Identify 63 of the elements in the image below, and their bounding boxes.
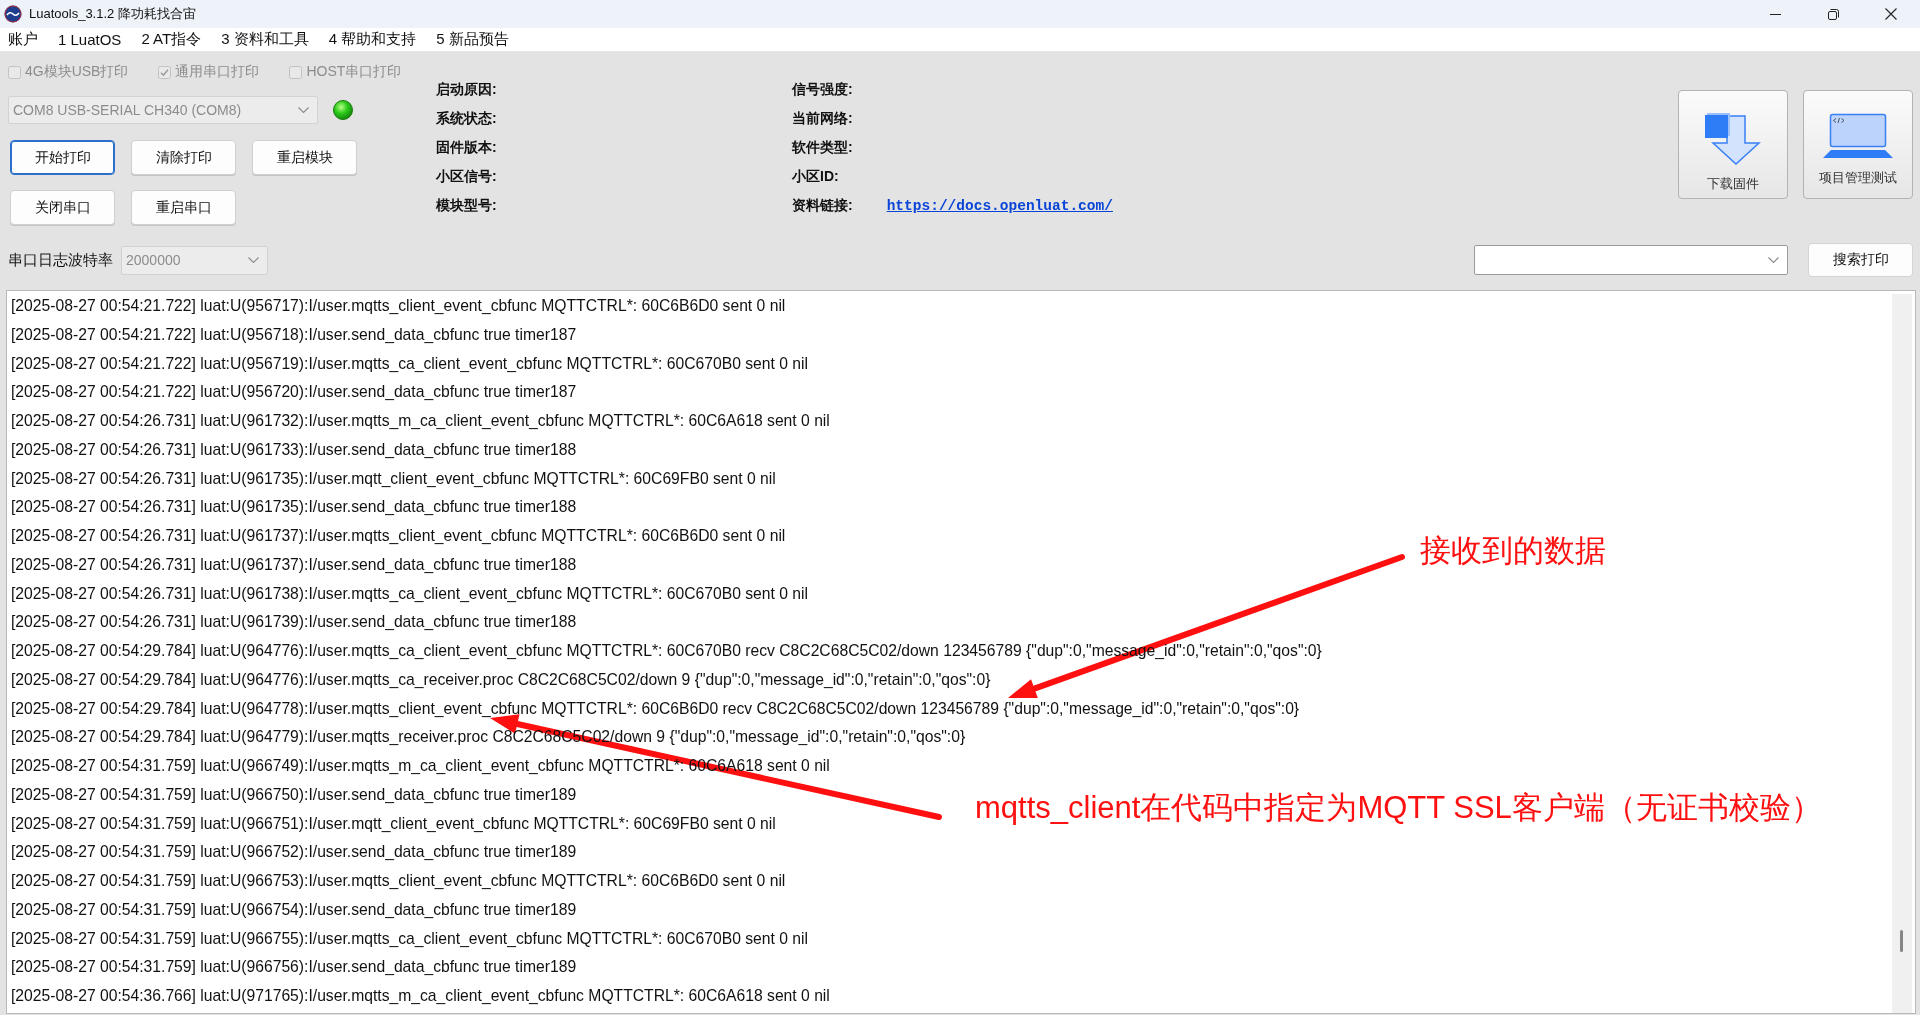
log-line: [2025-08-27 00:54:29.784] luat:U(964776):I/user.mqtts_ca_receiver.proc C8C2C68C5C02/down 9 {"dup":0,"message_id":0,"retain":0,"qos":0} <box>11 669 991 690</box>
log-line: [2025-08-27 00:54:21.722] luat:U(956717):I/user.mqtts_client_event_cbfunc MQTTCTRL*: 60C6B6D0 sent 0 nil <box>11 296 786 316</box>
docs-link[interactable]: https://docs.openluat.com/ <box>886 197 1113 214</box>
action-button[interactable]: 开始打印 <box>10 140 115 175</box>
action-button[interactable]: 清除打印 <box>131 140 236 175</box>
action-button[interactable]: 关闭串口 <box>10 190 115 225</box>
log-line: [2025-08-27 00:54:36.766] luat:U(971765):I/user.mqtts_m_ca_client_event_cbfunc MQTTCTRL*: 60C6A618 sent 0 nil <box>11 986 830 1006</box>
close-icon <box>1885 8 1897 20</box>
app-logo-icon <box>4 5 22 23</box>
tool-button[interactable]: 项目管理测试 <box>1803 90 1913 199</box>
log-line: [2025-08-27 00:54:21.722] luat:U(956720):I/user.send_data_cbfunc true timer187 <box>11 382 577 403</box>
log-line: [2025-08-27 00:54:26.731] luat:U(961735):I/user.mqtt_client_event_cbfunc MQTTCTRL*: 60C69FB0 sent 0 nil <box>11 468 776 489</box>
chevron-down-icon <box>298 107 309 113</box>
log-line: [2025-08-27 00:54:26.731] luat:U(961738):I/user.mqtts_ca_client_event_cbfunc MQTTCTRL*: 60C670B0 sent 0 nil <box>11 583 809 604</box>
restore-icon <box>1827 8 1839 20</box>
action-button[interactable]: 重启模块 <box>252 140 357 175</box>
info-label: 模块型号: <box>436 196 497 215</box>
info-label: 资料链接: <box>792 196 853 215</box>
download-arrow-icon <box>1704 113 1762 165</box>
log-line: [2025-08-27 00:54:26.731] luat:U(961737):I/user.send_data_cbfunc true timer188 <box>11 554 577 575</box>
annotation-text: 接收到的数据 <box>1420 534 1606 568</box>
info-label: 启动原因: <box>436 80 497 99</box>
chevron-down-icon <box>248 257 259 263</box>
menu-item[interactable]: 3 资料和工具 <box>221 30 309 49</box>
menu-item[interactable]: 4 帮助和支持 <box>328 30 417 49</box>
log-line: [2025-08-27 00:54:21.722] luat:U(956718):I/user.send_data_cbfunc true timer187 <box>11 324 577 345</box>
info-label: 系统状态: <box>436 109 497 128</box>
log-line: [2025-08-27 00:54:31.759] luat:U(966750):I/user.send_data_cbfunc true timer189 <box>11 784 577 805</box>
log-line: [2025-08-27 00:54:26.731] luat:U(961737):I/user.mqtts_client_event_cbfunc MQTTCTRL*: 60C6B6D0 sent 0 nil <box>11 526 786 546</box>
menu-item[interactable]: 账户 <box>8 30 38 49</box>
search-combo[interactable] <box>1474 245 1788 275</box>
info-label: 软件类型: <box>792 138 853 157</box>
scrollbar[interactable] <box>1892 294 1912 1013</box>
search-print-button[interactable]: 搜索打印 <box>1808 243 1913 277</box>
info-label: 固件版本: <box>436 138 497 157</box>
log-line: [2025-08-27 00:54:31.759] luat:U(966755):I/user.mqtts_ca_client_event_cbfunc MQTTCTRL*: 60C670B0 sent 0 nil <box>11 928 809 949</box>
info-label: 信号强度: <box>792 80 853 99</box>
baud-rate-label: 串口日志波特率 <box>8 250 113 270</box>
log-line: [2025-08-27 00:54:26.731] luat:U(961735):I/user.send_data_cbfunc true timer188 <box>11 497 577 518</box>
annotation-text: mqtts_client在代码中指定为MQTT SSL客户端（无证书校验） <box>975 791 1822 825</box>
log-line: [2025-08-27 00:54:26.731] luat:U(961732):I/user.mqtts_m_ca_client_event_cbfunc MQTTCTRL*: 60C6A618 sent 0 nil <box>11 411 830 431</box>
log-line: [2025-08-27 00:54:31.759] luat:U(966754):I/user.send_data_cbfunc true timer189 <box>11 899 577 920</box>
minimize-icon <box>1769 13 1781 15</box>
log-line: [2025-08-27 00:54:31.759] luat:U(966753):I/user.mqtts_client_event_cbfunc MQTTCTRL*: 60C6B6D0 sent 0 nil <box>11 871 786 891</box>
log-line: [2025-08-27 00:54:21.722] luat:U(956719):I/user.mqtts_ca_client_event_cbfunc MQTTCTRL*: 60C670B0 sent 0 nil <box>11 353 809 374</box>
log-line: [2025-08-27 00:54:29.784] luat:U(964778):I/user.mqtts_client_event_cbfunc MQTTCTRL*: 60C6B6D0 recv C8C2C68C5C02/down 123456789 {"dup":0,"message_id":0,"retain":0,"qos":0} <box>11 698 1300 719</box>
action-button[interactable]: 重启串口 <box>131 190 236 225</box>
menu-item[interactable]: 5 新品预告 <box>436 30 509 49</box>
window-title: Luatools_3.1.2 降功耗找合宙 <box>29 5 196 23</box>
tool-button[interactable]: 下载固件 <box>1678 90 1788 199</box>
log-line: [2025-08-27 00:54:31.759] luat:U(966751):I/user.mqtt_client_event_cbfunc MQTTCTRL*: 60C69FB0 sent 0 nil <box>11 813 776 834</box>
info-label: 小区ID: <box>792 167 839 186</box>
laptop-code-icon <box>1823 113 1893 159</box>
menu-item[interactable]: 2 AT指令 <box>141 30 202 49</box>
log-line: [2025-08-27 00:54:26.731] luat:U(961733):I/user.send_data_cbfunc true timer188 <box>11 439 577 460</box>
chevron-down-icon <box>1768 257 1779 263</box>
log-line: [2025-08-27 00:54:26.731] luat:U(961739):I/user.send_data_cbfunc true timer188 <box>11 612 577 633</box>
log-line: [2025-08-27 00:54:31.759] luat:U(966756):I/user.send_data_cbfunc true timer189 <box>11 957 577 978</box>
info-label: 当前网络: <box>792 109 853 128</box>
info-label: 小区信号: <box>436 167 497 186</box>
scrollbar-thumb[interactable] <box>1900 930 1903 952</box>
log-line: [2025-08-27 00:54:31.759] luat:U(966752):I/user.send_data_cbfunc true timer189 <box>11 842 577 863</box>
menu-item[interactable]: 1 LuatOS <box>58 31 122 48</box>
